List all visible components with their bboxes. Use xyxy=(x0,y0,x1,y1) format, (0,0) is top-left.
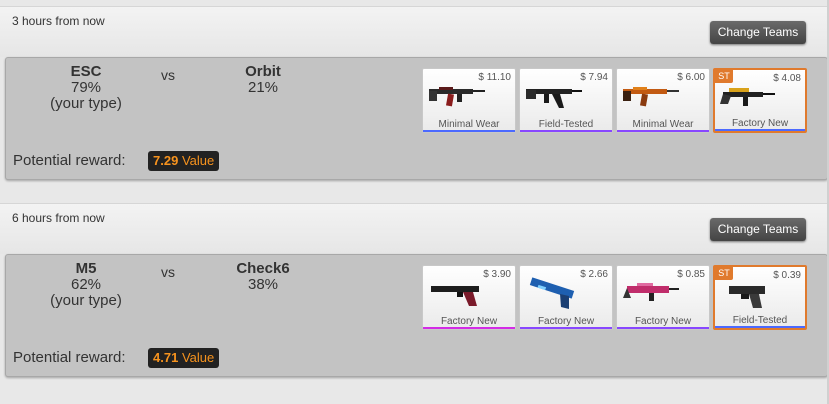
team-1-note: (your type) xyxy=(50,292,122,309)
team-1-note: (your type) xyxy=(50,95,122,112)
item-condition: Field-Tested xyxy=(538,119,594,130)
team-1-percent: 62% xyxy=(70,276,102,293)
reward-unit: Value xyxy=(181,350,215,365)
change-teams-button[interactable]: Change Teams xyxy=(710,21,806,44)
reward-label: Potential reward: xyxy=(13,349,126,366)
item-condition: Minimal Wear xyxy=(438,119,500,130)
reward-value: 4.71 xyxy=(153,350,179,365)
item-price: $ 6.00 xyxy=(677,72,705,83)
item-price: $ 0.85 xyxy=(677,269,705,280)
item-price: $ 2.66 xyxy=(580,269,608,280)
team-2-name: Orbit xyxy=(245,63,281,80)
team-2-percent: 38% xyxy=(247,276,279,293)
glock-pistol-icon xyxy=(729,286,765,308)
item-condition: Factory New xyxy=(440,316,498,327)
item-price: $ 3.90 xyxy=(483,269,511,280)
match-time: 3 hours from now xyxy=(12,14,105,28)
reward-value: 7.29 xyxy=(153,153,179,168)
rarity-bar xyxy=(617,327,709,329)
rarity-bar xyxy=(520,130,612,132)
team-2-percent: 21% xyxy=(247,79,279,96)
item-price: $ 7.94 xyxy=(580,72,608,83)
item-card[interactable]: $ 2.66 Factory New xyxy=(519,265,613,330)
famas-rifle-icon xyxy=(623,283,679,301)
item-card[interactable]: $ 11.10 Minimal Wear xyxy=(422,68,516,133)
change-teams-button[interactable]: Change Teams xyxy=(710,218,806,241)
rarity-bar xyxy=(423,327,515,329)
rarity-bar xyxy=(715,326,805,328)
item-card[interactable]: $ 3.90 Factory New xyxy=(422,265,516,330)
m4-rifle-orange-icon xyxy=(623,87,679,107)
match-header xyxy=(0,203,829,254)
match-time: 6 hours from now xyxy=(12,211,105,225)
team-2: Check6 38% xyxy=(188,261,338,293)
team-1: ESC 79% (your type) xyxy=(11,64,161,112)
rarity-bar xyxy=(715,129,805,131)
team-1-name: ESC xyxy=(70,63,102,80)
m4-rifle-icon xyxy=(429,87,485,107)
ak-rifle-icon xyxy=(526,89,582,108)
item-condition: Field-Tested xyxy=(732,315,788,326)
vs-label: vs xyxy=(161,67,175,83)
match-panel: ESC 79% (your type) vs Orbit 21% Potenti… xyxy=(5,57,828,180)
rarity-bar xyxy=(617,130,709,132)
item-condition: Factory New xyxy=(537,316,595,327)
item-card[interactable]: ST $ 0.39 Field-Tested xyxy=(713,265,807,330)
reward-badge: 7.29 Value xyxy=(148,151,220,171)
item-condition: Factory New xyxy=(634,316,692,327)
team-2-name: Check6 xyxy=(236,260,290,277)
team-1: M5 62% (your type) xyxy=(11,261,161,309)
item-condition: Factory New xyxy=(731,118,789,129)
rarity-bar xyxy=(423,130,515,132)
match-card-1: 3 hours from now Change Teams ESC 79% (y… xyxy=(0,0,829,197)
match-header xyxy=(0,6,829,57)
item-card[interactable]: $ 0.85 Factory New xyxy=(616,265,710,330)
match-card-2: 6 hours from now Change Teams M5 62% (yo… xyxy=(0,197,829,394)
item-condition: Minimal Wear xyxy=(632,119,694,130)
team-1-name: M5 xyxy=(75,260,97,277)
team-2: Orbit 21% xyxy=(188,64,338,96)
sg-rifle-icon xyxy=(720,88,775,106)
reward-unit: Value xyxy=(181,153,215,168)
deagle-pistol-icon xyxy=(529,277,575,309)
reward-label: Potential reward: xyxy=(13,152,126,169)
vs-label: vs xyxy=(161,264,175,280)
item-card[interactable]: $ 6.00 Minimal Wear xyxy=(616,68,710,133)
usp-pistol-icon xyxy=(431,286,479,306)
match-panel: M5 62% (your type) vs Check6 38% Potenti… xyxy=(5,254,828,377)
rarity-bar xyxy=(520,327,612,329)
reward-badge: 4.71 Value xyxy=(148,348,220,368)
team-1-percent: 79% xyxy=(70,79,102,96)
item-card[interactable]: ST $ 4.08 Factory New xyxy=(713,68,807,133)
item-card[interactable]: $ 7.94 Field-Tested xyxy=(519,68,613,133)
